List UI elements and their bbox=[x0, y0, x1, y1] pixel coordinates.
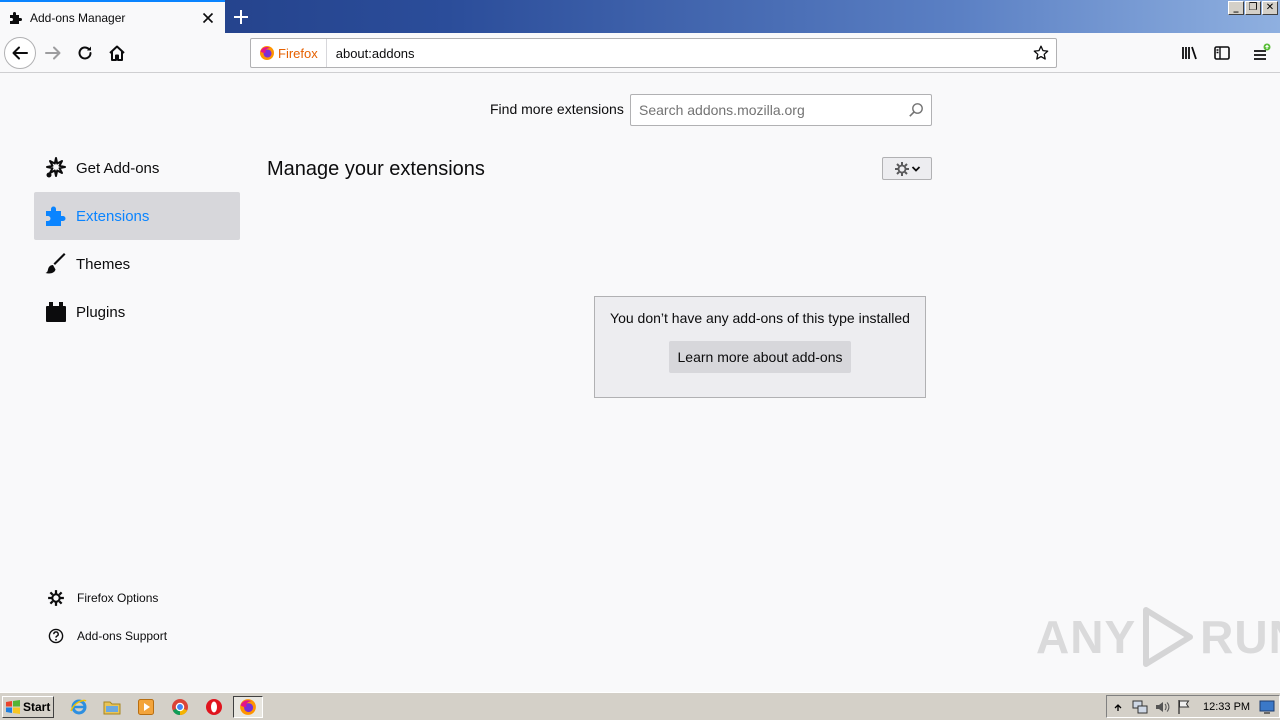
forward-button[interactable] bbox=[37, 37, 69, 69]
watermark-text-left: ANY bbox=[1036, 611, 1137, 663]
gear-icon bbox=[46, 588, 66, 608]
category-label: Extensions bbox=[76, 207, 150, 225]
reload-button[interactable] bbox=[69, 37, 101, 69]
page-title: Manage your extensions bbox=[267, 158, 485, 180]
taskbar-explorer[interactable] bbox=[99, 696, 125, 718]
windows-logo-icon bbox=[6, 700, 20, 714]
monitor-icon bbox=[1259, 700, 1275, 714]
chrome-icon bbox=[172, 699, 188, 715]
firefox-icon bbox=[240, 699, 256, 715]
category-label: Plugins bbox=[76, 303, 126, 321]
category-label: Themes bbox=[76, 255, 131, 273]
home-icon bbox=[109, 45, 125, 61]
title-bar: Add-ons Manager _ ❐ ✕ bbox=[0, 0, 1280, 33]
firefox-icon bbox=[260, 46, 274, 60]
close-icon bbox=[202, 12, 214, 23]
footer-link-label: Firefox Options bbox=[77, 591, 159, 605]
category-extensions[interactable]: Extensions bbox=[34, 192, 240, 240]
chevron-down-icon bbox=[911, 165, 920, 172]
taskbar-opera[interactable] bbox=[201, 696, 227, 718]
library-button[interactable] bbox=[1174, 37, 1206, 69]
anyrun-watermark: ANY RUN bbox=[1036, 606, 1280, 668]
category-list: Get Add-ons Extensions Themes Plugins bbox=[34, 144, 240, 336]
category-plugins[interactable]: Plugins bbox=[34, 288, 240, 336]
taskbar-ie[interactable] bbox=[66, 696, 92, 718]
tray-volume[interactable] bbox=[1151, 697, 1173, 717]
reload-icon bbox=[78, 46, 92, 60]
url-bar[interactable]: Firefox about:addons bbox=[250, 38, 1057, 68]
tools-menu-button[interactable] bbox=[882, 157, 932, 180]
category-themes[interactable]: Themes bbox=[34, 240, 240, 288]
library-icon bbox=[1182, 46, 1197, 60]
tray-network[interactable] bbox=[1129, 697, 1151, 717]
identity-label: Firefox bbox=[278, 45, 318, 61]
home-button[interactable] bbox=[101, 37, 133, 69]
media-player-icon bbox=[138, 699, 154, 715]
identity-box[interactable]: Firefox bbox=[251, 39, 327, 67]
footer-link-label: Add-ons Support bbox=[77, 629, 168, 643]
arrow-left-icon bbox=[12, 46, 28, 60]
system-tray: 12:33 PM bbox=[1106, 695, 1280, 718]
gear-icon bbox=[894, 161, 909, 176]
opera-icon bbox=[206, 699, 222, 715]
plugin-icon bbox=[44, 300, 68, 324]
new-tab-button[interactable] bbox=[228, 4, 254, 30]
arrow-right-icon bbox=[45, 46, 61, 60]
restore-button[interactable]: ❐ bbox=[1245, 1, 1261, 15]
taskbar-chrome[interactable] bbox=[167, 696, 193, 718]
tab-title: Add-ons Manager bbox=[30, 10, 126, 25]
start-button[interactable]: Start bbox=[2, 696, 54, 718]
flag-icon bbox=[1178, 699, 1190, 714]
get-addons-icon bbox=[44, 156, 68, 180]
chevron-up-icon bbox=[1114, 703, 1122, 711]
empty-state-box: You don’t have any add-ons of this type … bbox=[594, 296, 926, 398]
taskbar: Start 12:33 PM bbox=[0, 692, 1280, 720]
firefox-options-link[interactable]: Firefox Options bbox=[46, 588, 158, 608]
puzzle-icon bbox=[44, 204, 68, 228]
addons-search-box[interactable] bbox=[630, 94, 932, 126]
minimize-button[interactable]: _ bbox=[1228, 1, 1244, 15]
taskbar-firefox[interactable] bbox=[233, 696, 263, 718]
learn-more-button[interactable]: Learn more about add-ons bbox=[669, 341, 851, 373]
url-text[interactable]: about:addons bbox=[336, 46, 1026, 61]
clock[interactable]: 12:33 PM bbox=[1203, 701, 1250, 713]
app-menu-button[interactable] bbox=[1245, 37, 1277, 69]
window-controls: _ ❐ ✕ bbox=[1228, 1, 1278, 15]
close-window-button[interactable]: ✕ bbox=[1262, 1, 1278, 15]
ie-icon bbox=[70, 699, 87, 715]
close-tab-button[interactable] bbox=[197, 7, 219, 29]
show-desktop-button[interactable] bbox=[1256, 697, 1278, 717]
category-get-addons[interactable]: Get Add-ons bbox=[34, 144, 240, 192]
sidebar-icon bbox=[1214, 46, 1230, 60]
search-icon bbox=[909, 103, 923, 117]
back-button[interactable] bbox=[4, 37, 36, 69]
folder-icon bbox=[103, 701, 121, 715]
plus-icon bbox=[234, 10, 248, 24]
find-more-label: Find more extensions bbox=[490, 101, 624, 117]
star-icon bbox=[1033, 45, 1049, 60]
watermark-text-right: RUN bbox=[1200, 611, 1280, 663]
hamburger-menu-icon bbox=[1254, 43, 1271, 60]
addons-search-input[interactable] bbox=[631, 95, 901, 125]
tray-action-center[interactable] bbox=[1173, 697, 1195, 717]
category-label: Get Add-ons bbox=[76, 159, 160, 177]
sidebar-toggle-button[interactable] bbox=[1206, 37, 1238, 69]
play-logo-icon bbox=[1143, 607, 1194, 667]
taskbar-media-player[interactable] bbox=[133, 696, 159, 718]
addons-support-link[interactable]: Add-ons Support bbox=[46, 626, 167, 646]
tab-addons-manager[interactable]: Add-ons Manager bbox=[0, 0, 225, 33]
search-button[interactable] bbox=[901, 102, 931, 118]
addons-manager-page: Find more extensions Get Add-ons bbox=[0, 74, 1280, 692]
brush-icon bbox=[44, 252, 68, 276]
help-icon bbox=[46, 626, 66, 646]
bookmark-star-button[interactable] bbox=[1026, 39, 1056, 67]
start-label: Start bbox=[23, 700, 51, 714]
volume-icon bbox=[1156, 701, 1170, 712]
empty-state-message: You don’t have any add-ons of this type … bbox=[610, 310, 910, 326]
show-hidden-icons-button[interactable] bbox=[1107, 697, 1129, 717]
puzzle-icon bbox=[10, 11, 22, 24]
nav-bar: Firefox about:addons bbox=[0, 33, 1280, 73]
network-icon bbox=[1132, 700, 1148, 713]
